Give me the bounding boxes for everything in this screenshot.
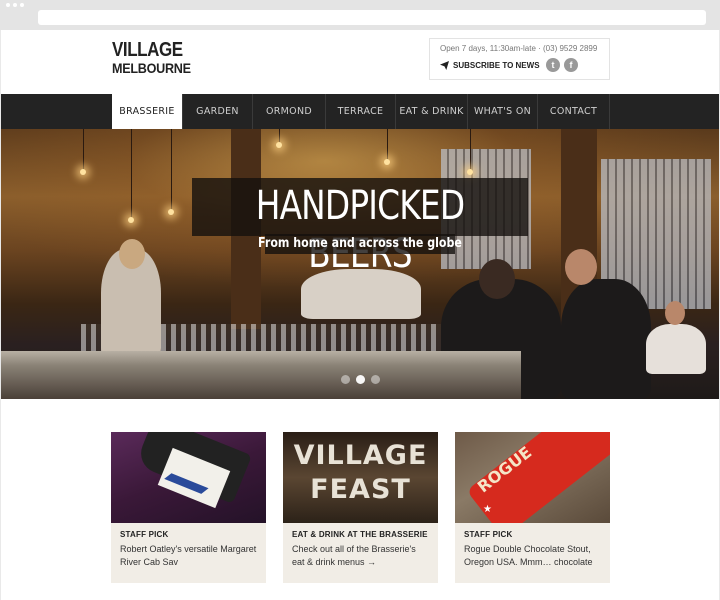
rogue-bottle-image: ROGUE ★	[455, 432, 610, 523]
site-header: VILLAGE MELBOURNE Open 7 days, 11:30am-l…	[1, 30, 719, 94]
nav-item-ormond-hall[interactable]: ORMOND HALL	[252, 94, 325, 152]
card-category: STAFF PICK	[120, 530, 169, 539]
card-description: Robert Oatley's versatile Margaret River…	[120, 544, 257, 567]
contact-info-box: Open 7 days, 11:30am-late · (03) 9529 28…	[429, 38, 610, 80]
village-feast-image: VILLAGE FEAST	[283, 432, 438, 523]
card-description: Check out all of the Brasserie's eat & d…	[292, 544, 416, 567]
card-category: STAFF PICK	[464, 530, 513, 539]
feature-cards: STAFF PICK Robert Oatley's versatile Mar…	[111, 432, 610, 583]
slider-pagination	[341, 375, 380, 384]
card-wine-staff-pick[interactable]: STAFF PICK Robert Oatley's versatile Mar…	[111, 432, 266, 583]
nav-item-eat-drink[interactable]: EAT & DRINK	[395, 94, 467, 129]
hero-slider[interactable]: HANDPICKED BEERS From home and across th…	[1, 129, 719, 399]
nav-item-terrace[interactable]: TERRACE	[325, 94, 395, 129]
card-village-feast[interactable]: VILLAGE FEAST EAT & DRINK AT THE BRASSER…	[283, 432, 438, 583]
nav-item-brasserie[interactable]: BRASSERIE	[112, 94, 182, 129]
web-page: VILLAGE MELBOURNE Open 7 days, 11:30am-l…	[1, 30, 719, 600]
hero-subtitle: From home and across the globe	[258, 236, 462, 251]
window-dots	[6, 3, 24, 7]
subscribe-link[interactable]: SUBSCRIBE TO NEWS	[440, 61, 540, 70]
logo-line-1: VILLAGE	[112, 39, 183, 61]
slide-dot-1[interactable]	[341, 375, 350, 384]
card-description: Rogue Double Chocolate Stout, Oregon USA…	[464, 544, 593, 567]
slide-dot-3[interactable]	[371, 375, 380, 384]
subscribe-label: SUBSCRIBE TO NEWS	[453, 61, 540, 70]
main-nav: BRASSERIE GARDEN ORMOND HALL TERRACE EAT…	[1, 94, 719, 152]
facebook-icon[interactable]: f	[564, 58, 578, 72]
nav-item-whats-on[interactable]: WHAT'S ON	[467, 94, 537, 129]
hero-banner: HANDPICKED BEERS	[192, 178, 528, 277]
wine-bottle-image	[111, 432, 266, 523]
card-stout-staff-pick[interactable]: ROGUE ★ STAFF PICK Rogue Double Chocolat…	[455, 432, 610, 583]
village-melbourne-logo[interactable]: VILLAGE MELBOURNE	[112, 39, 191, 80]
hero-title: HANDPICKED BEERS	[255, 183, 465, 277]
twitter-icon[interactable]: t	[546, 58, 560, 72]
paper-plane-icon	[440, 61, 449, 70]
feast-image-text-1: VILLAGE	[293, 440, 428, 471]
nav-item-contact[interactable]: CONTACT	[537, 94, 610, 129]
browser-chrome	[0, 0, 720, 30]
slide-dot-2[interactable]	[356, 375, 365, 384]
card-category: EAT & DRINK AT THE BRASSERIE	[292, 530, 428, 539]
logo-line-2: MELBOURNE	[112, 60, 191, 76]
opening-hours: Open 7 days, 11:30am-late · (03) 9529 28…	[440, 44, 598, 53]
feast-image-text-2: FEAST	[310, 474, 411, 505]
address-bar[interactable]	[38, 10, 706, 25]
nav-item-garden[interactable]: GARDEN	[182, 94, 252, 129]
star-icon: ★	[483, 504, 492, 515]
